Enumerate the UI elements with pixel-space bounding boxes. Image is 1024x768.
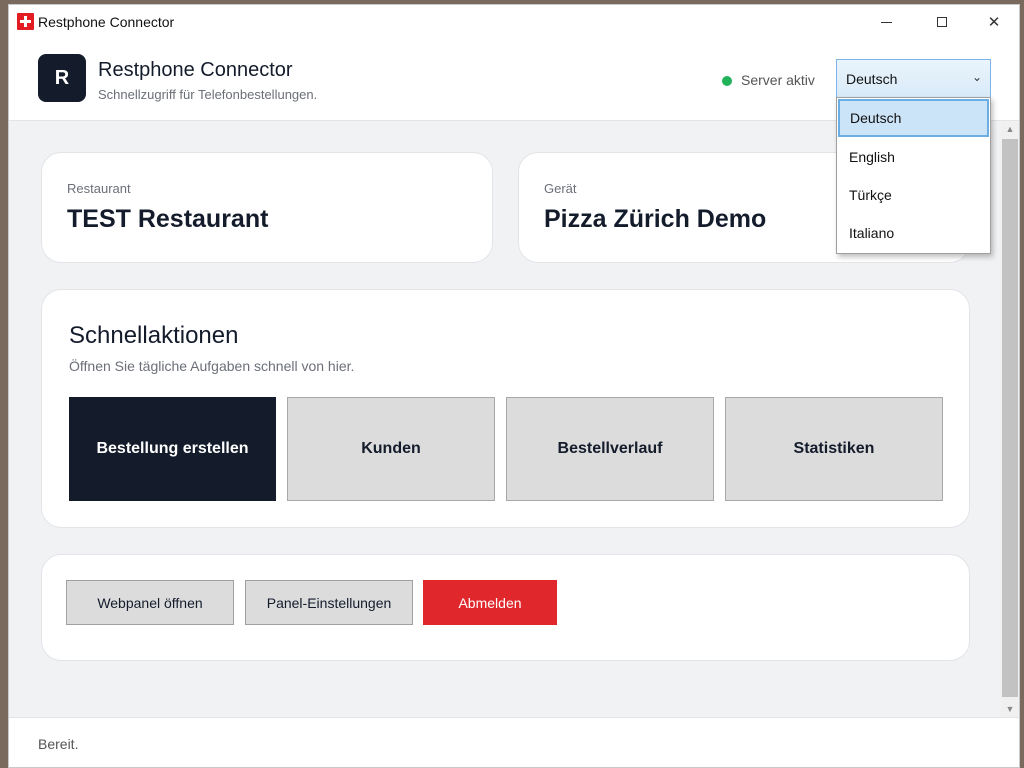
panel-settings-button[interactable]: Panel-Einstellungen: [245, 580, 413, 625]
language-dropdown: Deutsch English Türkçe Italiano: [836, 97, 991, 254]
language-select[interactable]: Deutsch ⌄: [836, 59, 991, 99]
language-option-turkce[interactable]: Türkçe: [837, 176, 990, 214]
quick-actions-title: Schnellaktionen: [69, 322, 239, 349]
customers-button[interactable]: Kunden: [287, 397, 495, 501]
close-button[interactable]: ✕: [971, 5, 1017, 39]
restaurant-card: Restaurant TEST Restaurant: [41, 152, 493, 263]
maximize-button[interactable]: [919, 5, 965, 39]
statistics-button[interactable]: Statistiken: [725, 397, 943, 501]
language-option-deutsch[interactable]: Deutsch: [838, 99, 989, 137]
open-webpanel-button[interactable]: Webpanel öffnen: [66, 580, 234, 625]
quick-actions-card: Schnellaktionen Öffnen Sie tägliche Aufg…: [41, 289, 970, 528]
language-option-italiano[interactable]: Italiano: [837, 214, 990, 252]
quick-actions-subtitle: Öffnen Sie tägliche Aufgaben schnell von…: [69, 358, 355, 374]
minimize-button[interactable]: [863, 5, 909, 39]
server-status-text: Server aktiv: [741, 72, 815, 88]
app-subtitle: Schnellzugriff für Telefonbestellungen.: [98, 87, 318, 102]
create-order-button[interactable]: Bestellung erstellen: [69, 397, 276, 501]
restaurant-label: Restaurant: [67, 181, 131, 196]
logout-button[interactable]: Abmelden: [423, 580, 557, 625]
device-label: Gerät: [544, 181, 577, 196]
order-history-button[interactable]: Bestellverlauf: [506, 397, 714, 501]
status-bar-text: Bereit.: [38, 736, 79, 752]
app-window: Restphone Connector ✕ R Restphone Connec…: [8, 4, 1020, 768]
window-title: Restphone Connector: [38, 14, 175, 30]
restaurant-name: TEST Restaurant: [67, 205, 269, 233]
language-select-value: Deutsch: [846, 71, 898, 87]
scroll-down-icon[interactable]: ▼: [1001, 701, 1019, 717]
chevron-down-icon: ⌄: [971, 70, 982, 84]
title-bar[interactable]: Restphone Connector ✕: [9, 5, 1019, 39]
scroll-thumb[interactable]: [1002, 139, 1018, 697]
app-title: Restphone Connector: [98, 59, 293, 81]
status-bar: Bereit.: [9, 717, 1019, 767]
vertical-scrollbar[interactable]: ▲ ▼: [1001, 121, 1019, 717]
server-status-dot: [722, 76, 732, 86]
scroll-up-icon[interactable]: ▲: [1001, 121, 1019, 137]
minimize-icon: [880, 21, 892, 23]
close-icon: ✕: [987, 14, 1001, 31]
maximize-icon: [937, 17, 947, 27]
swiss-flag-icon: [17, 13, 34, 30]
footer-actions-card: Webpanel öffnen Panel-Einstellungen Abme…: [41, 554, 970, 661]
language-option-english[interactable]: English: [837, 138, 990, 176]
app-logo: R: [38, 54, 86, 102]
device-name: Pizza Zürich Demo: [544, 205, 767, 233]
